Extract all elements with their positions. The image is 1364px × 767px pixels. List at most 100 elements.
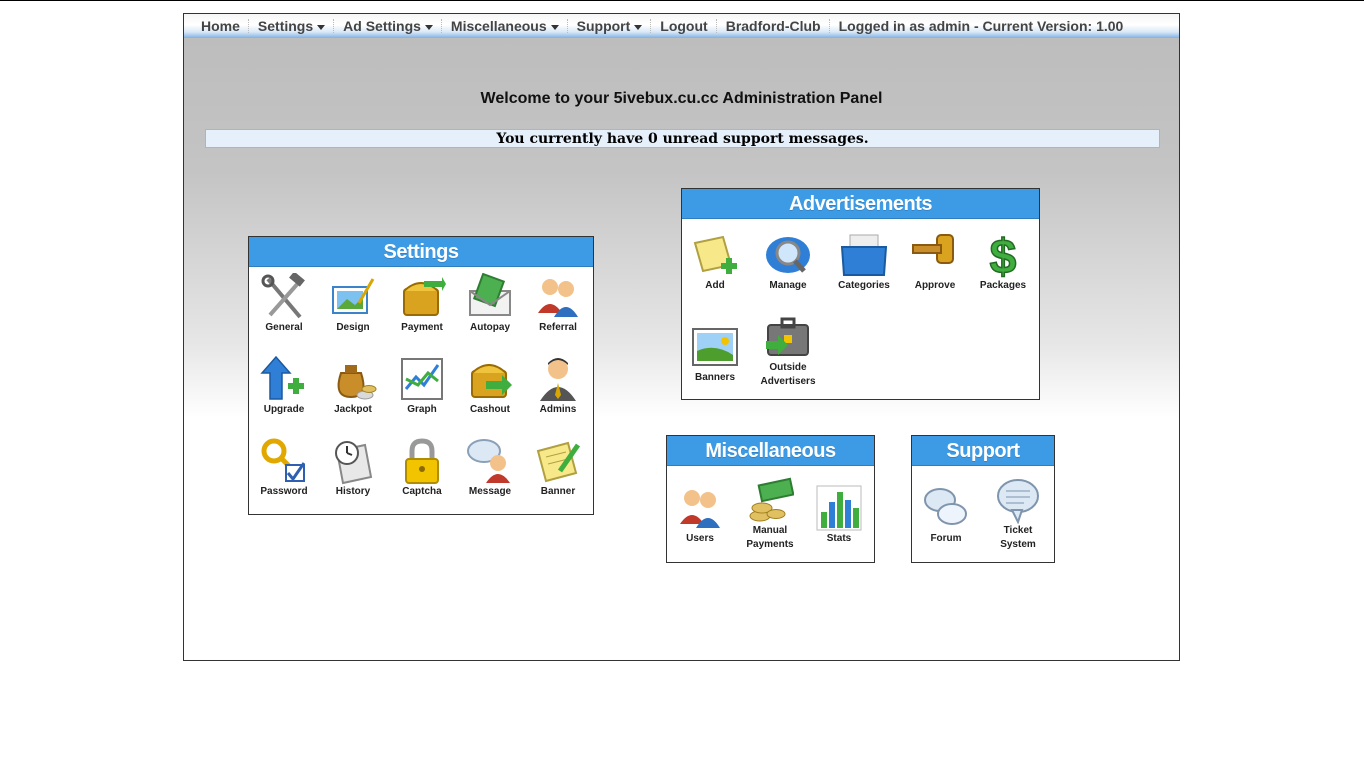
add-note-icon bbox=[693, 235, 737, 274]
nav-club-link[interactable]: Bradford-Club bbox=[717, 14, 830, 38]
settings-payment-button[interactable]: Payment bbox=[389, 273, 455, 335]
tile-label: Banner bbox=[540, 486, 576, 497]
settings-admins-button[interactable]: Admins bbox=[525, 355, 591, 417]
login-status: Logged in as admin - Current Version: 1.… bbox=[838, 18, 1124, 34]
tile-label: Outside Advertisers bbox=[760, 362, 816, 387]
cashout-box-icon bbox=[471, 364, 512, 398]
settings-upgrade-button[interactable]: Upgrade bbox=[251, 355, 317, 417]
tile-label: Forum bbox=[930, 533, 962, 544]
settings-banner-button[interactable]: Banner bbox=[525, 437, 591, 499]
tile-label: Graph bbox=[407, 404, 437, 415]
tile-label: Admins bbox=[539, 404, 577, 415]
support-forum-button[interactable]: Forum bbox=[913, 484, 979, 546]
tile-label: Jackpot bbox=[334, 404, 372, 415]
tile-label: Payment bbox=[401, 322, 443, 333]
support-notice: You currently have 0 unread support mess… bbox=[205, 129, 1160, 148]
ads-outside-advertisers-button[interactable]: Outside Advertisers bbox=[755, 313, 821, 389]
settings-message-button[interactable]: Message bbox=[457, 437, 523, 499]
cash-stack-icon bbox=[749, 477, 794, 522]
support-panel: Support Forum Ticket System bbox=[911, 435, 1055, 563]
miscellaneous-panel: Miscellaneous Users Manual Payments Stat… bbox=[666, 435, 875, 563]
support-panel-title: Support bbox=[912, 436, 1054, 466]
speech-bubble-icon bbox=[997, 479, 1039, 524]
tile-label: Cashout bbox=[470, 404, 510, 415]
advertisements-panel: Advertisements Add Manage Categories App… bbox=[681, 188, 1040, 400]
tile-label: Ticket System bbox=[1000, 525, 1036, 550]
tile-label: Autopay bbox=[470, 322, 510, 333]
tile-label: Design bbox=[336, 322, 370, 333]
folder-icon bbox=[840, 234, 888, 276]
settings-design-button[interactable]: Design bbox=[320, 273, 386, 335]
upgrade-arrow-icon bbox=[260, 355, 304, 400]
tile-label: History bbox=[335, 486, 371, 497]
ads-approve-button[interactable]: Approve bbox=[902, 231, 968, 293]
tile-label: Packages bbox=[979, 280, 1027, 291]
picture-icon bbox=[692, 328, 738, 366]
tile-label: Add bbox=[705, 280, 725, 291]
nav-settings-dropdown[interactable]: Settings bbox=[249, 14, 335, 38]
advertisements-panel-title: Advertisements bbox=[682, 189, 1039, 219]
settings-captcha-button[interactable]: Captcha bbox=[389, 437, 455, 499]
nav-logout[interactable]: Logout bbox=[651, 14, 718, 38]
chat-bubbles-icon bbox=[924, 488, 967, 525]
ads-packages-button[interactable]: $ Packages bbox=[970, 231, 1036, 293]
misc-users-button[interactable]: Users bbox=[667, 484, 733, 546]
ads-banners-button[interactable]: Banners bbox=[682, 323, 748, 385]
tile-label: Referral bbox=[539, 322, 577, 333]
ads-categories-button[interactable]: Categories bbox=[831, 231, 897, 293]
tile-label: Approve bbox=[914, 280, 956, 291]
gavel-icon bbox=[912, 234, 954, 264]
tile-label: Password bbox=[260, 486, 308, 497]
settings-panel-title: Settings bbox=[249, 237, 593, 267]
settings-panel: Settings General Design Payment Autopay … bbox=[248, 236, 594, 515]
tile-label: General bbox=[265, 322, 303, 333]
chevron-down-icon bbox=[550, 24, 559, 30]
magnifier-icon bbox=[766, 237, 810, 273]
tile-label: Upgrade bbox=[263, 404, 305, 415]
tile-label: Captcha bbox=[402, 486, 442, 497]
tile-label: Banners bbox=[694, 372, 735, 383]
svg-text:$: $ bbox=[990, 231, 1017, 279]
tile-label: Categories bbox=[838, 280, 890, 291]
paint-palette-icon bbox=[332, 278, 375, 314]
admin-user-icon bbox=[540, 358, 576, 401]
settings-cashout-button[interactable]: Cashout bbox=[457, 355, 523, 417]
tile-label: Manual Payments bbox=[746, 525, 794, 550]
nav-support-dropdown[interactable]: Support bbox=[568, 14, 652, 38]
settings-password-button[interactable]: Password bbox=[251, 437, 317, 499]
ads-manage-button[interactable]: Manage bbox=[755, 231, 821, 293]
welcome-heading: Welcome to your 5ivebux.cu.cc Administra… bbox=[480, 90, 883, 107]
settings-jackpot-button[interactable]: Jackpot bbox=[320, 355, 386, 417]
tile-label: Message bbox=[468, 486, 512, 497]
settings-graph-button[interactable]: Graph bbox=[389, 355, 455, 417]
clock-scroll-icon bbox=[335, 441, 373, 485]
chevron-down-icon bbox=[424, 24, 433, 30]
misc-manual-payments-button[interactable]: Manual Payments bbox=[737, 476, 803, 552]
ads-add-button[interactable]: Add bbox=[682, 231, 748, 293]
settings-history-button[interactable]: History bbox=[320, 437, 386, 499]
chevron-down-icon bbox=[634, 24, 643, 30]
support-ticket-system-button[interactable]: Ticket System bbox=[985, 476, 1051, 552]
miscellaneous-panel-title: Miscellaneous bbox=[667, 436, 874, 466]
nav-ad-settings-dropdown[interactable]: Ad Settings bbox=[334, 14, 442, 38]
settings-general-button[interactable]: General bbox=[251, 273, 317, 335]
message-user-icon bbox=[467, 439, 510, 483]
settings-referral-button[interactable]: Referral bbox=[525, 273, 591, 335]
money-envelope-icon bbox=[469, 273, 511, 316]
nav-home[interactable]: Home bbox=[192, 14, 249, 38]
tools-icon bbox=[261, 273, 305, 319]
line-graph-icon bbox=[401, 358, 443, 400]
briefcase-icon bbox=[766, 317, 809, 356]
admin-frame: Home Settings Ad Settings Miscellaneous … bbox=[183, 13, 1180, 661]
misc-stats-button[interactable]: Stats bbox=[806, 484, 872, 546]
top-navbar: Home Settings Ad Settings Miscellaneous … bbox=[184, 14, 1179, 38]
settings-autopay-button[interactable]: Autopay bbox=[457, 273, 523, 335]
tile-label: Users bbox=[686, 533, 714, 544]
treasure-box-icon bbox=[403, 277, 446, 316]
padlock-icon bbox=[405, 438, 439, 484]
users-icon bbox=[680, 490, 720, 528]
tile-label: Stats bbox=[826, 533, 852, 544]
money-bag-icon bbox=[337, 365, 377, 400]
nav-miscellaneous-dropdown[interactable]: Miscellaneous bbox=[442, 14, 568, 38]
key-icon bbox=[261, 438, 306, 482]
